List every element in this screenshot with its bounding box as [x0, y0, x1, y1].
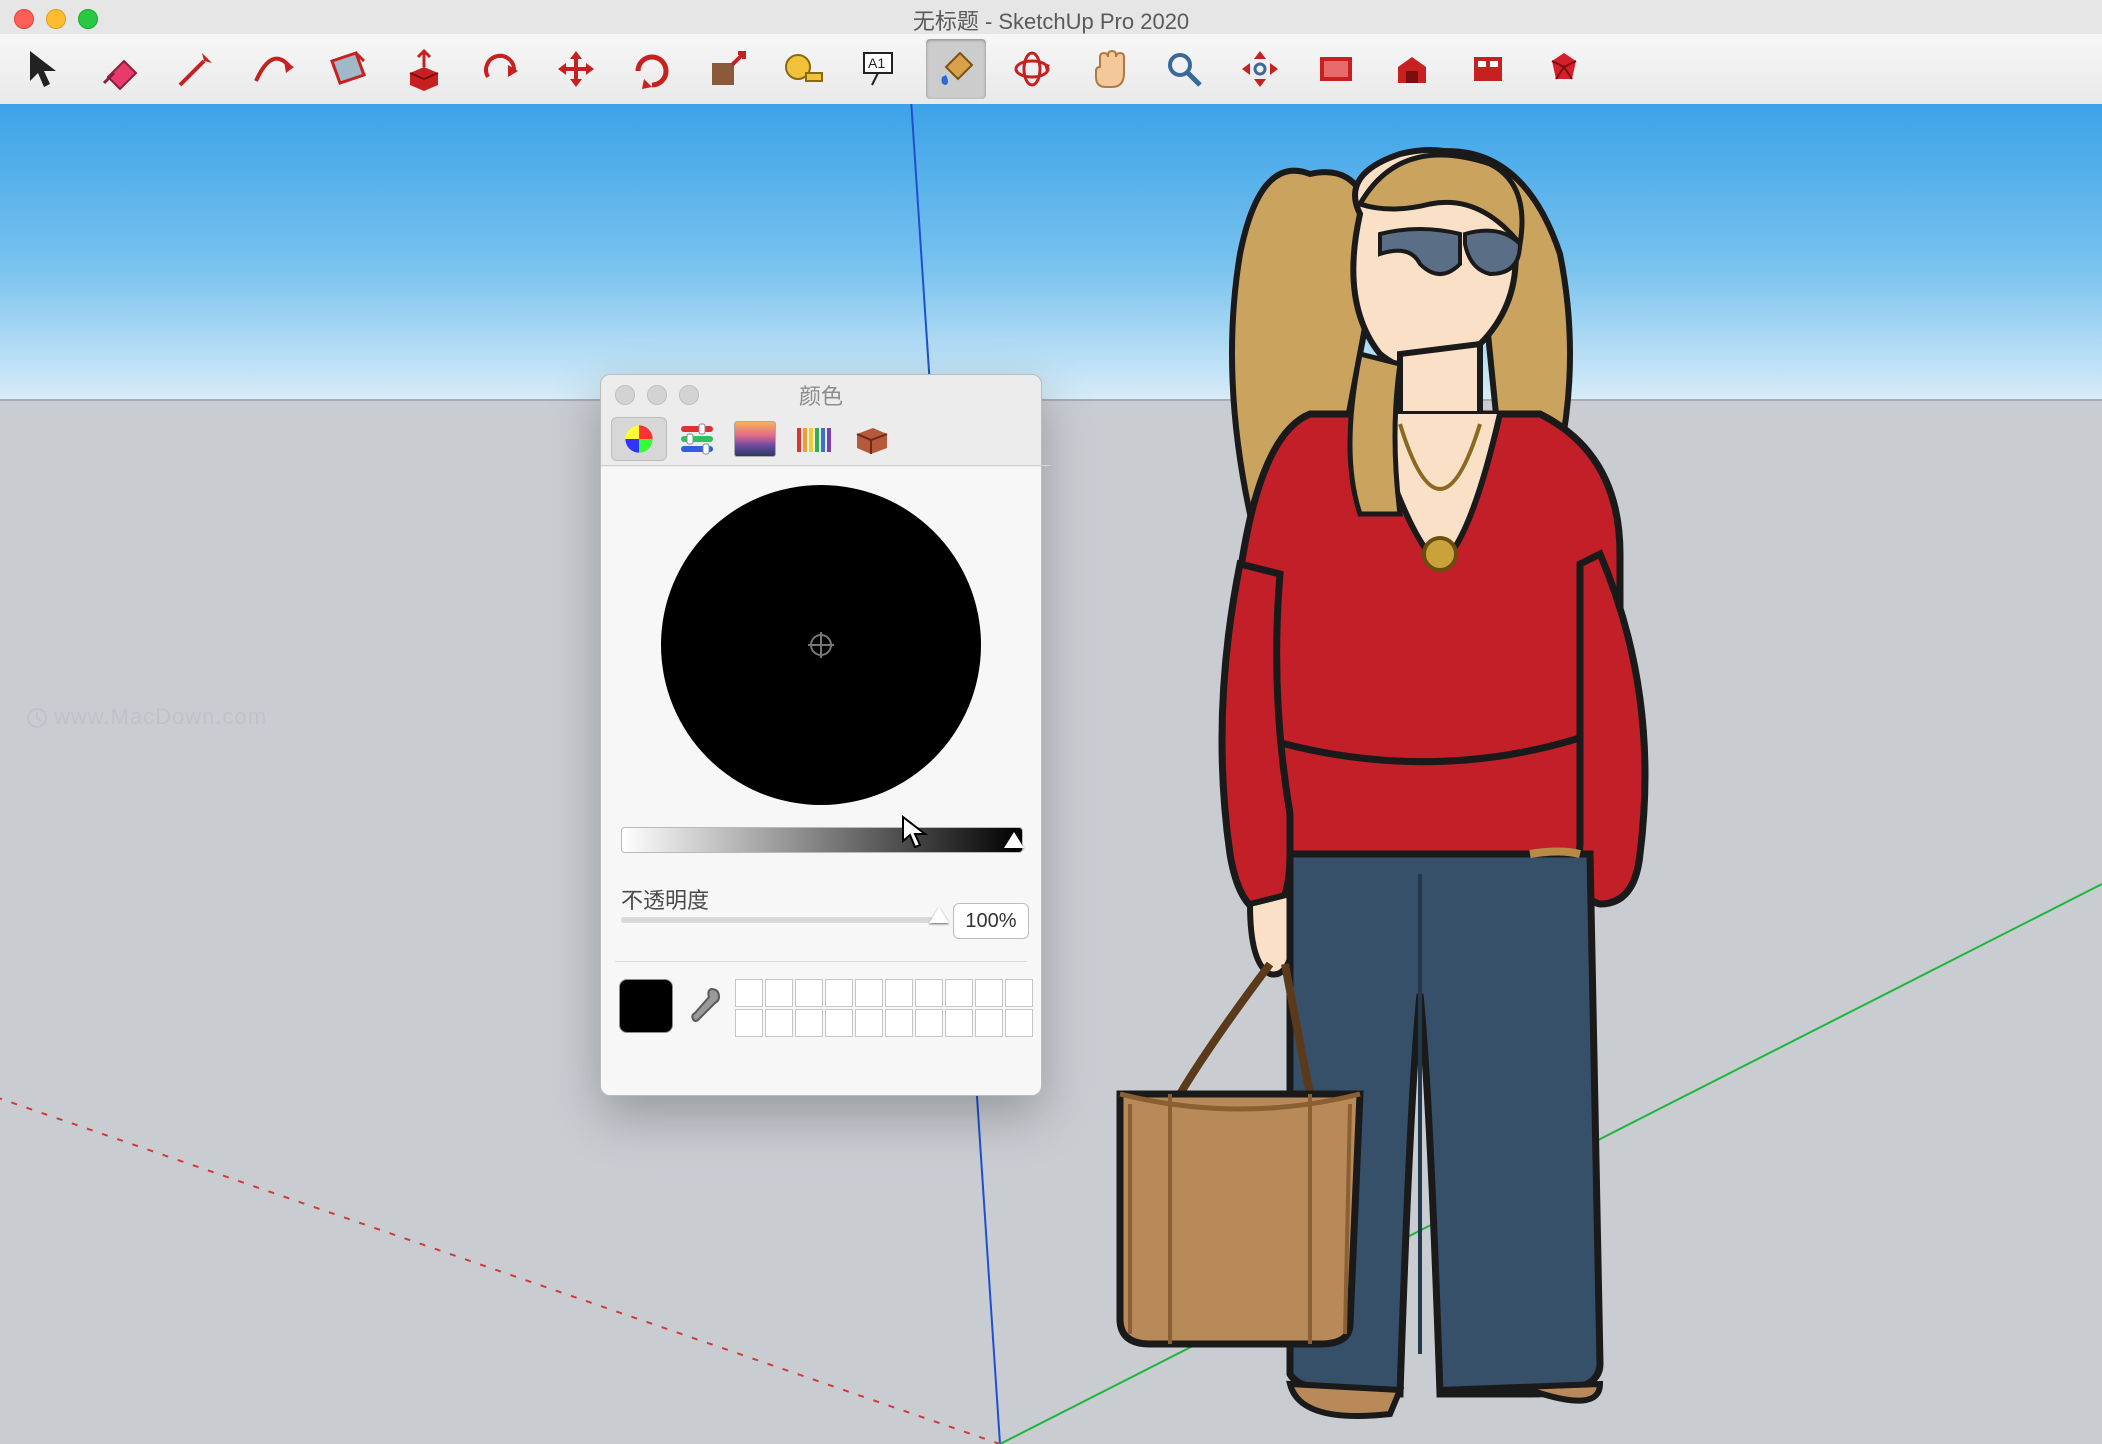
swatch-cell[interactable]	[765, 979, 793, 1007]
model-viewport[interactable]: www.MacDown.com	[0, 104, 2102, 1444]
move-tool[interactable]	[546, 39, 606, 99]
pencils-tab[interactable]	[785, 417, 841, 461]
sliders-tab[interactable]	[669, 417, 725, 461]
swatch-cell[interactable]	[855, 1009, 883, 1037]
pan-tool[interactable]	[1078, 39, 1138, 99]
zoom-tool[interactable]	[1154, 39, 1214, 99]
colors-panel[interactable]: 颜色	[600, 374, 1042, 1096]
saved-swatches-grid	[735, 979, 1033, 1037]
swatch-cell[interactable]	[765, 1009, 793, 1037]
opacity-slider[interactable]	[621, 917, 941, 923]
eyedropper-tool[interactable]	[685, 985, 725, 1025]
color-wheel[interactable]	[661, 485, 981, 805]
swatch-cell[interactable]	[1005, 979, 1033, 1007]
eraser-tool[interactable]	[90, 39, 150, 99]
swatch-cell[interactable]	[915, 1009, 943, 1037]
extension-warehouse-tool[interactable]	[1458, 39, 1518, 99]
orbit-tool[interactable]	[1002, 39, 1062, 99]
brightness-slider-thumb[interactable]	[1004, 832, 1024, 848]
scale-tool[interactable]	[698, 39, 758, 99]
current-color-swatch[interactable]	[619, 979, 673, 1033]
select-tool[interactable]	[14, 39, 74, 99]
color-picker-tabs	[601, 413, 1051, 466]
swatch-cell[interactable]	[945, 979, 973, 1007]
swatch-cell[interactable]	[885, 1009, 913, 1037]
rectangle-tool[interactable]	[318, 39, 378, 99]
swatch-cell[interactable]	[795, 1009, 823, 1037]
swatch-cell[interactable]	[975, 979, 1003, 1007]
opacity-value-field[interactable]: 100%	[953, 903, 1029, 939]
swatch-cell[interactable]	[735, 1009, 763, 1037]
color-wheel-tab[interactable]	[611, 417, 667, 461]
tape-measure-tool[interactable]	[774, 39, 834, 99]
swatch-cell[interactable]	[735, 979, 763, 1007]
add-location-tool[interactable]	[1306, 39, 1366, 99]
swatch-cell[interactable]	[915, 979, 943, 1007]
text-tool[interactable]: A1	[850, 39, 910, 99]
zoom-extents-tool[interactable]	[1230, 39, 1290, 99]
line-tool[interactable]	[166, 39, 226, 99]
color-wheel-crosshair-icon	[808, 632, 834, 658]
svg-text:A1: A1	[868, 55, 885, 71]
paint-bucket-tool[interactable]	[926, 39, 986, 99]
brightness-slider[interactable]	[621, 827, 1023, 853]
materials-tab[interactable]	[843, 417, 899, 461]
image-palettes-tab[interactable]	[727, 417, 783, 461]
swatch-cell[interactable]	[885, 979, 913, 1007]
arc-tool[interactable]	[242, 39, 302, 99]
swatch-cell[interactable]	[855, 979, 883, 1007]
swatch-cell[interactable]	[825, 1009, 853, 1037]
rotate-tool[interactable]	[622, 39, 682, 99]
swatch-cell[interactable]	[1005, 1009, 1033, 1037]
pushpull-tool[interactable]	[394, 39, 454, 99]
swatch-cell[interactable]	[795, 979, 823, 1007]
ruby-console-tool[interactable]	[1534, 39, 1594, 99]
swatch-cell[interactable]	[975, 1009, 1003, 1037]
swatch-cell[interactable]	[825, 979, 853, 1007]
panel-separator	[615, 961, 1027, 962]
scale-figure-person	[1060, 104, 1960, 1444]
swatch-cell[interactable]	[945, 1009, 973, 1037]
window-title: 无标题 - SketchUp Pro 2020	[0, 4, 2102, 36]
opacity-slider-thumb[interactable]	[929, 907, 949, 923]
watermark-text: www.MacDown.com	[26, 704, 267, 730]
offset-tool[interactable]	[470, 39, 530, 99]
3d-warehouse-tool[interactable]	[1382, 39, 1442, 99]
opacity-label: 不透明度	[621, 883, 709, 915]
main-toolbar: A1	[0, 34, 2102, 105]
panel-title: 颜色	[601, 379, 1041, 411]
